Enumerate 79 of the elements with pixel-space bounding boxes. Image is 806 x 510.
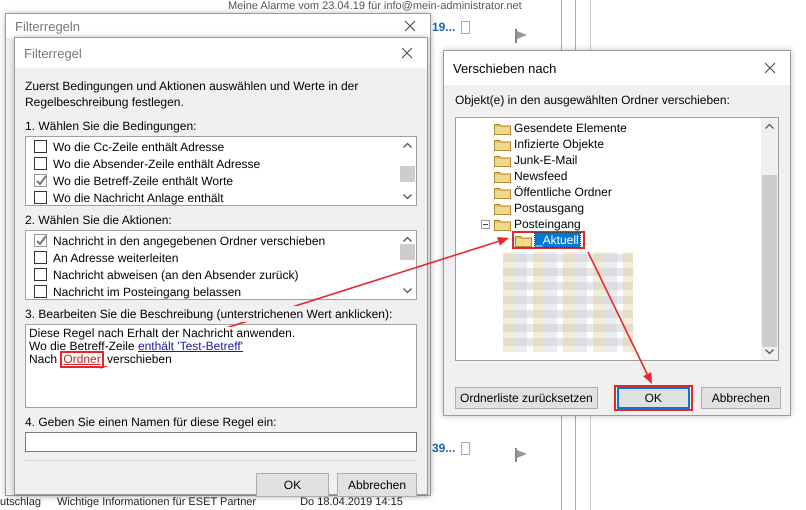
option-label: Wo die Cc-Zeile enthält Adresse: [53, 140, 224, 154]
chevron-up-icon: [403, 236, 412, 242]
chevron-down-icon: [403, 288, 412, 294]
window-title: Verschieben nach: [453, 60, 556, 76]
folder-item[interactable]: Newsfeed: [494, 169, 570, 183]
instruction-text: Zuerst Bedingungen und Aktionen auswählen und Werte in der Regelbeschreibung festlegen.: [25, 78, 360, 110]
folder-item[interactable]: Postausgang: [494, 201, 586, 215]
checkbox-option[interactable]: Wo die Betreff-Zeile enthält Worte: [26, 172, 399, 189]
checkbox[interactable]: [34, 285, 47, 298]
folder-icon: [494, 138, 511, 150]
folder-icon: [494, 154, 511, 166]
option-label: An Adresse weiterleiten: [53, 250, 178, 264]
option-label: Wo die Absender-Zeile enthält Adresse: [53, 156, 260, 170]
section-label: 3. Bearbeiten Sie die Beschreibung (unterstrichenen Wert anklicken):: [25, 306, 392, 322]
checkbox-option[interactable]: Nachricht abweisen (an den Absender zurück): [26, 266, 399, 283]
scrollbar[interactable]: [761, 118, 778, 360]
mail-row-text: utschlag: [0, 496, 41, 508]
checkbox[interactable]: [34, 140, 47, 153]
description-text: Nach: [29, 353, 60, 366]
checkbox-option[interactable]: An Adresse weiterleiten: [26, 249, 399, 266]
dialog-button[interactable]: OK: [256, 473, 329, 497]
input-field[interactable]: [25, 432, 417, 452]
description-text: Diese Regel nach Erhalt der Nachricht anwenden.: [29, 327, 296, 340]
mail-date: 19...: [432, 20, 456, 34]
option-label: Nachricht abweisen (an den Absender zurück): [53, 268, 298, 282]
value-link[interactable]: Ordner: [63, 353, 101, 366]
option-label: Nachricht in den angegebenen Ordner verschieben: [53, 234, 326, 248]
folder-item[interactable]: Posteingang: [494, 217, 583, 231]
checkbox[interactable]: [34, 191, 47, 204]
checkbox[interactable]: [34, 268, 47, 281]
checkbox-option[interactable]: Wo die Cc-Zeile enthält Adresse: [26, 138, 399, 155]
option-label: Wo die Betreff-Zeile enthält Worte: [53, 174, 234, 188]
folder-icon: [494, 186, 511, 198]
window-title: Filterregel: [24, 46, 82, 60]
window-title: Filterregeln: [15, 18, 80, 34]
folder-item[interactable]: Öffentliche Ordner: [494, 185, 614, 199]
description-text: verschieben: [104, 353, 172, 366]
mail-row-text: Wichtige Informationen für ESET Partner: [56, 496, 256, 508]
close-icon: [764, 62, 776, 74]
folder-icon: [515, 234, 532, 246]
close-icon: [404, 20, 416, 32]
folder-icon: [494, 218, 511, 230]
dialog-button[interactable]: Abbrechen: [336, 473, 417, 497]
folder-icon: [494, 202, 511, 214]
value-link[interactable]: enthält 'Test-Betreff': [138, 340, 244, 353]
mail-subject: Meine Alarme vom 23.04.19 für info@mein-administrator.net: [228, 0, 522, 12]
instruction-text: Objekt(e) in den ausgewählten Ordner verschieben:: [455, 93, 731, 107]
folder-item[interactable]: Gesendete Elemente: [494, 121, 629, 135]
close-icon: [401, 47, 413, 59]
flag-icon: [515, 448, 529, 462]
checkbox[interactable]: [461, 442, 470, 454]
folder-item[interactable]: Junk-E-Mail: [494, 153, 580, 167]
option-label: Wo die Nachricht Anlage enthält: [53, 190, 224, 204]
section-label: 4. Geben Sie einen Namen für diese Regel ein:: [25, 414, 276, 430]
chevron-down-icon: [765, 349, 774, 355]
checkbox-option[interactable]: Nachricht in den angegebenen Ordner verschieben: [26, 232, 399, 249]
checkbox-option[interactable]: Wo die Nachricht Anlage enthält: [26, 189, 399, 206]
chevron-down-icon: [403, 194, 412, 200]
chevron-up-icon: [403, 142, 412, 148]
collapse-icon[interactable]: [481, 220, 490, 228]
dialog-button[interactable]: Abbrechen: [700, 387, 781, 409]
folder-item[interactable]: Infizierte Objekte: [494, 137, 606, 151]
checkbox[interactable]: [461, 20, 470, 34]
checkbox[interactable]: [34, 251, 47, 264]
folder-icon: [494, 170, 511, 182]
mail-row-text: Do 18.04.2019 14:15: [300, 496, 403, 508]
flag-icon: [515, 29, 529, 43]
mail-date: 39...: [432, 441, 456, 455]
checkbox[interactable]: [34, 174, 47, 187]
dialog-button[interactable]: Ordnerliste zurücksetzen: [455, 387, 598, 409]
checkbox[interactable]: [34, 234, 47, 247]
section-label: 1. Wählen Sie die Bedingungen:: [25, 118, 196, 134]
checkbox-option[interactable]: Nachricht im Posteingang belassen: [26, 283, 399, 300]
chevron-up-icon: [765, 123, 774, 129]
checkbox[interactable]: [34, 157, 47, 170]
folder-icon: [494, 122, 511, 134]
checkbox-option[interactable]: Wo die Absender-Zeile enthält Adresse: [26, 155, 399, 172]
option-label: Nachricht im Posteingang belassen: [53, 284, 242, 298]
dialog-button[interactable]: OK: [616, 387, 690, 409]
